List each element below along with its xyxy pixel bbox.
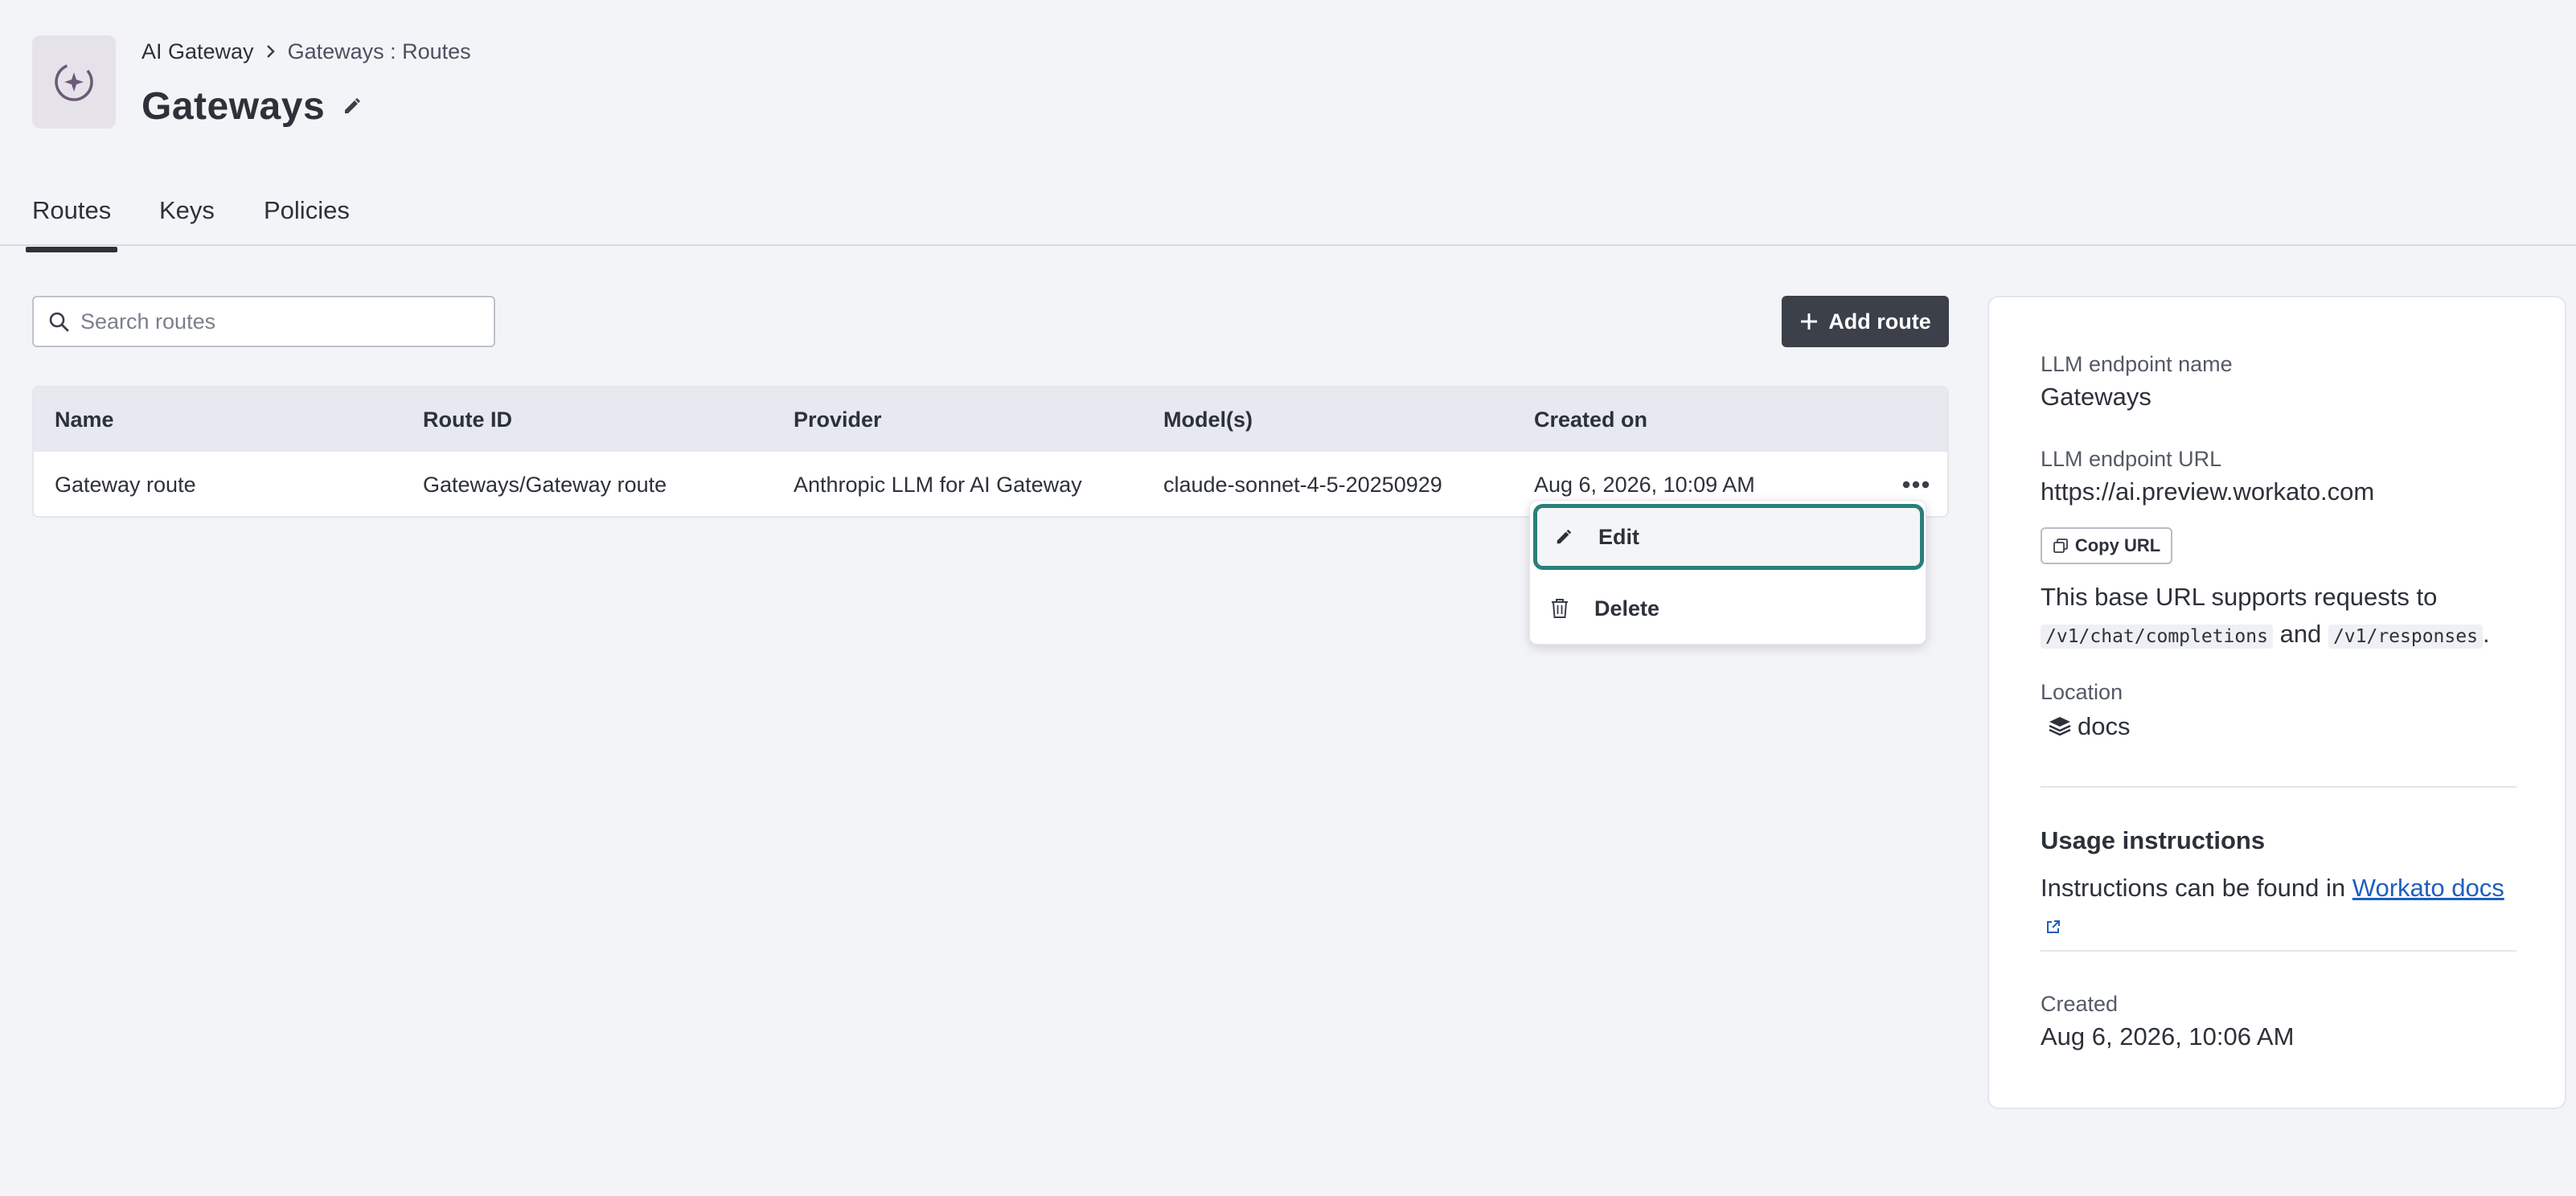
routes-table: Name Route ID Provider Model(s) Created … <box>32 386 1949 518</box>
pencil-icon <box>1555 528 1581 546</box>
row-actions-button[interactable] <box>1901 473 1931 497</box>
external-link-icon <box>2045 919 2061 935</box>
cell-provider: Anthropic LLM for AI Gateway <box>794 472 1082 497</box>
more-horizontal-icon <box>1902 481 1930 489</box>
pencil-icon <box>345 98 361 113</box>
table-header: Name Route ID Provider Model(s) Created … <box>34 387 1947 452</box>
column-header-models: Model(s) <box>1163 407 1253 432</box>
menu-item-edit-label: Edit <box>1598 524 1639 549</box>
endpoint-name-value: Gateways <box>2041 383 2151 411</box>
trash-icon <box>1551 598 1577 619</box>
cell-models: claude-sonnet-4-5-20250929 <box>1163 472 1442 497</box>
page-title: Gateways <box>142 84 326 128</box>
usage-text-row: Instructions can be found in Workato doc… <box>2041 870 2523 944</box>
divider <box>2041 786 2517 788</box>
app-icon <box>32 35 116 129</box>
workato-docs-link[interactable]: Workato docs <box>2352 874 2504 902</box>
endpoint-name-label: LLM endpoint name <box>2041 352 2233 376</box>
add-route-label: Add route <box>1828 309 1931 334</box>
details-panel: LLM endpoint name Gateways LLM endpoint … <box>1987 296 2566 1109</box>
location-label: Location <box>2041 680 2123 704</box>
tab-bar: Routes Keys Policies <box>0 177 2576 252</box>
column-header-route-id: Route ID <box>423 407 512 432</box>
copy-icon <box>2053 538 2069 554</box>
ai-gateway-sparkle-icon <box>55 63 93 101</box>
path-chat-completions: /v1/chat/completions <box>2041 625 2273 649</box>
tab-routes[interactable]: Routes <box>25 196 118 252</box>
cell-route-id: Gateways/Gateway route <box>423 472 667 497</box>
created-value: Aug 6, 2026, 10:06 AM <box>2041 1022 2295 1051</box>
title-row: Gateways <box>142 80 362 132</box>
copy-url-button[interactable]: Copy URL <box>2041 527 2172 564</box>
search-input[interactable] <box>80 309 466 334</box>
edit-title-button[interactable] <box>343 96 362 116</box>
plus-icon <box>1799 312 1819 331</box>
copy-url-label: Copy URL <box>2074 535 2161 555</box>
usage-text: Instructions can be found in <box>2041 874 2346 902</box>
location-value-row: docs <box>2041 712 2130 741</box>
tab-keys[interactable]: Keys <box>159 196 215 225</box>
created-label: Created <box>2041 992 2119 1016</box>
column-header-name: Name <box>55 407 114 432</box>
base-url-description: This base URL supports requests to /v1/c… <box>2041 579 2523 655</box>
base-url-text: This base URL supports requests to <box>2041 583 2438 611</box>
divider <box>2041 950 2517 952</box>
tab-policies[interactable]: Policies <box>264 196 350 225</box>
add-route-button[interactable]: Add route <box>1782 296 1949 347</box>
column-header-provider: Provider <box>794 407 882 432</box>
cell-name: Gateway route <box>55 472 196 497</box>
endpoint-url-value: https://ai.preview.workato.com <box>2041 477 2375 506</box>
menu-item-delete[interactable]: Delete <box>1533 576 1924 641</box>
path-responses: /v1/responses <box>2328 625 2483 649</box>
and-text: and <box>2279 620 2322 648</box>
breadcrumb-root-link[interactable]: AI Gateway <box>142 39 254 64</box>
stack-icon <box>2049 716 2071 737</box>
location-value: docs <box>2078 712 2131 740</box>
chevron-right-icon <box>265 43 277 59</box>
breadcrumb-current: Gateways : Routes <box>287 39 471 63</box>
search-box[interactable] <box>32 296 495 347</box>
column-header-created-on: Created on <box>1534 407 1648 432</box>
period-text: . <box>2482 620 2490 648</box>
menu-item-edit[interactable]: Edit <box>1533 504 1924 570</box>
endpoint-url-label: LLM endpoint URL <box>2041 447 2222 471</box>
usage-heading: Usage instructions <box>2041 826 2266 854</box>
search-icon <box>49 312 69 332</box>
row-actions-menu: Edit Delete <box>1529 500 1926 645</box>
breadcrumb: AI Gateway Gateways : Routes <box>142 37 471 66</box>
menu-item-delete-label: Delete <box>1594 596 1660 621</box>
